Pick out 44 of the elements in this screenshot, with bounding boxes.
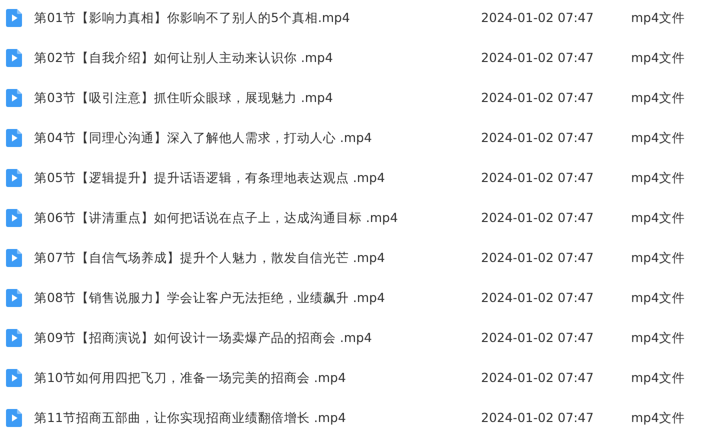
video-file-icon — [6, 289, 22, 307]
modified-date: 2024-01-02 07:47 — [481, 408, 595, 427]
modified-date: 2024-01-02 07:47 — [481, 88, 595, 107]
file-type: mp4文件 — [631, 128, 686, 147]
modified-date: 2024-01-02 07:47 — [481, 288, 595, 307]
file-type: mp4文件 — [631, 328, 686, 347]
modified-date: 2024-01-02 07:47 — [481, 168, 595, 187]
video-file-icon — [6, 369, 22, 387]
file-name: 第05节【逻辑提升】提升话语逻辑，有条理地表达观点 .mp4 — [34, 168, 386, 187]
video-file-icon — [6, 249, 22, 267]
file-name: 第02节【自我介绍】如何让别人主动来认识你 .mp4 — [34, 48, 334, 67]
file-type: mp4文件 — [631, 408, 686, 427]
file-name: 第07节【自信气场养成】提升个人魅力，散发自信光芒 .mp4 — [34, 248, 386, 267]
file-name: 第01节【影响力真相】你影响不了别人的5个真相.mp4 — [34, 8, 351, 27]
video-file-icon — [6, 169, 22, 187]
file-type: mp4文件 — [631, 368, 686, 387]
modified-date: 2024-01-02 07:47 — [481, 368, 595, 387]
video-file-icon — [6, 329, 22, 347]
file-name: 第11节招商五部曲，让你实现招商业绩翻倍增长 .mp4 — [34, 408, 347, 427]
video-file-icon — [6, 89, 22, 107]
file-name: 第04节【同理心沟通】深入了解他人需求，打动人心 .mp4 — [34, 128, 373, 147]
video-file-icon — [6, 129, 22, 147]
file-type: mp4文件 — [631, 168, 686, 187]
modified-date: 2024-01-02 07:47 — [481, 248, 595, 267]
file-name: 第03节【吸引注意】抓住听众眼球，展现魅力 .mp4 — [34, 88, 334, 107]
video-file-icon — [6, 49, 22, 67]
file-name: 第10节如何用四把飞刀，准备一场完美的招商会 .mp4 — [34, 368, 347, 387]
video-file-icon — [6, 209, 22, 227]
file-type: mp4文件 — [631, 88, 686, 107]
file-type: mp4文件 — [631, 8, 686, 27]
modified-date: 2024-01-02 07:47 — [481, 328, 595, 347]
modified-date: 2024-01-02 07:47 — [481, 48, 595, 67]
file-name: 第06节【讲清重点】如何把话说在点子上，达成沟通目标 .mp4 — [34, 208, 399, 227]
video-file-icon — [6, 9, 22, 27]
modified-date: 2024-01-02 07:47 — [481, 128, 595, 147]
modified-date: 2024-01-02 07:47 — [481, 8, 595, 27]
video-file-icon — [6, 409, 22, 427]
modified-date: 2024-01-02 07:47 — [481, 208, 595, 227]
file-type: mp4文件 — [631, 288, 686, 307]
file-type: mp4文件 — [631, 48, 686, 67]
file-name: 第08节【销售说服力】学会让客户无法拒绝，业绩飙升 .mp4 — [34, 288, 386, 307]
file-type: mp4文件 — [631, 248, 686, 267]
file-name: 第09节【招商演说】如何设计一场卖爆产品的招商会 .mp4 — [34, 328, 373, 347]
file-type: mp4文件 — [631, 208, 686, 227]
